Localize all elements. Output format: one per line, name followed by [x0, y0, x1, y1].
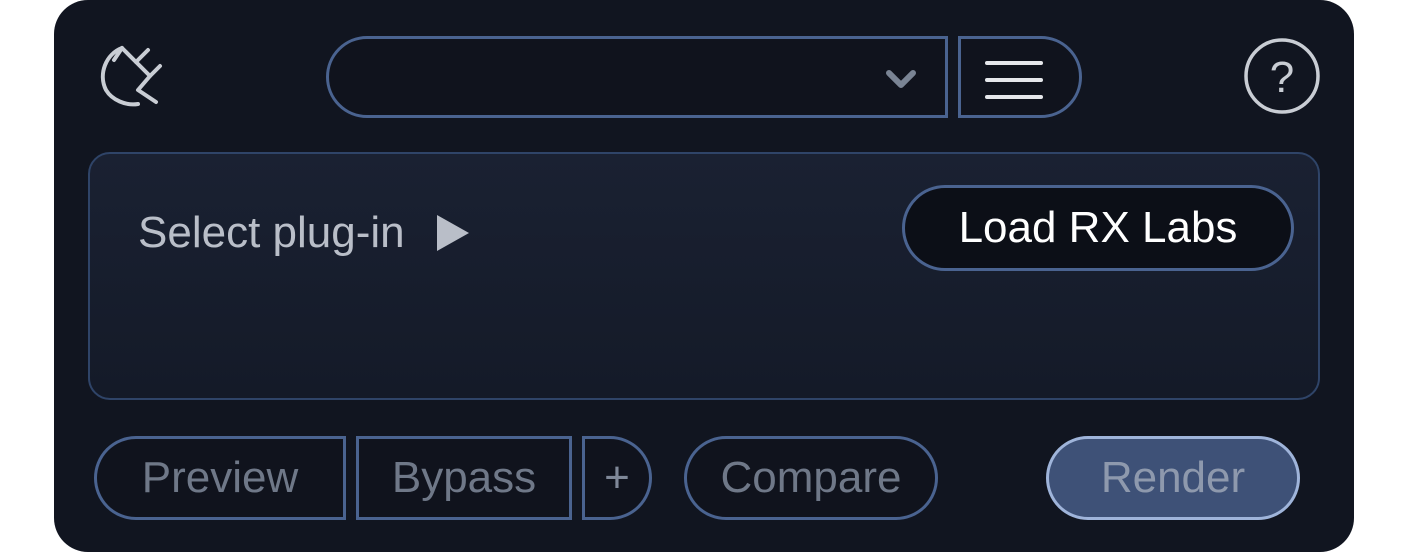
chevron-down-icon: [883, 67, 919, 91]
help-glyph: ?: [1270, 53, 1294, 102]
plugin-panel: ? Select plug-in Load RX Labs Preview By…: [54, 0, 1354, 552]
preset-dropdown[interactable]: [326, 36, 948, 118]
plugin-slot: Select plug-in Load RX Labs: [88, 152, 1320, 400]
compare-button[interactable]: Compare: [684, 436, 938, 520]
load-rx-labs-button[interactable]: Load RX Labs: [902, 185, 1294, 271]
hamburger-icon: [985, 59, 1043, 101]
add-button[interactable]: +: [582, 436, 652, 520]
play-icon: [435, 213, 471, 253]
select-plugin-label: Select plug-in: [138, 208, 405, 257]
render-button[interactable]: Render: [1046, 436, 1300, 520]
preview-button[interactable]: Preview: [94, 436, 346, 520]
bypass-button[interactable]: Bypass: [356, 436, 572, 520]
menu-button[interactable]: [958, 36, 1082, 118]
plug-icon[interactable]: [92, 38, 166, 112]
select-plugin-button[interactable]: Select plug-in: [138, 208, 471, 258]
question-icon[interactable]: ?: [1242, 36, 1322, 116]
